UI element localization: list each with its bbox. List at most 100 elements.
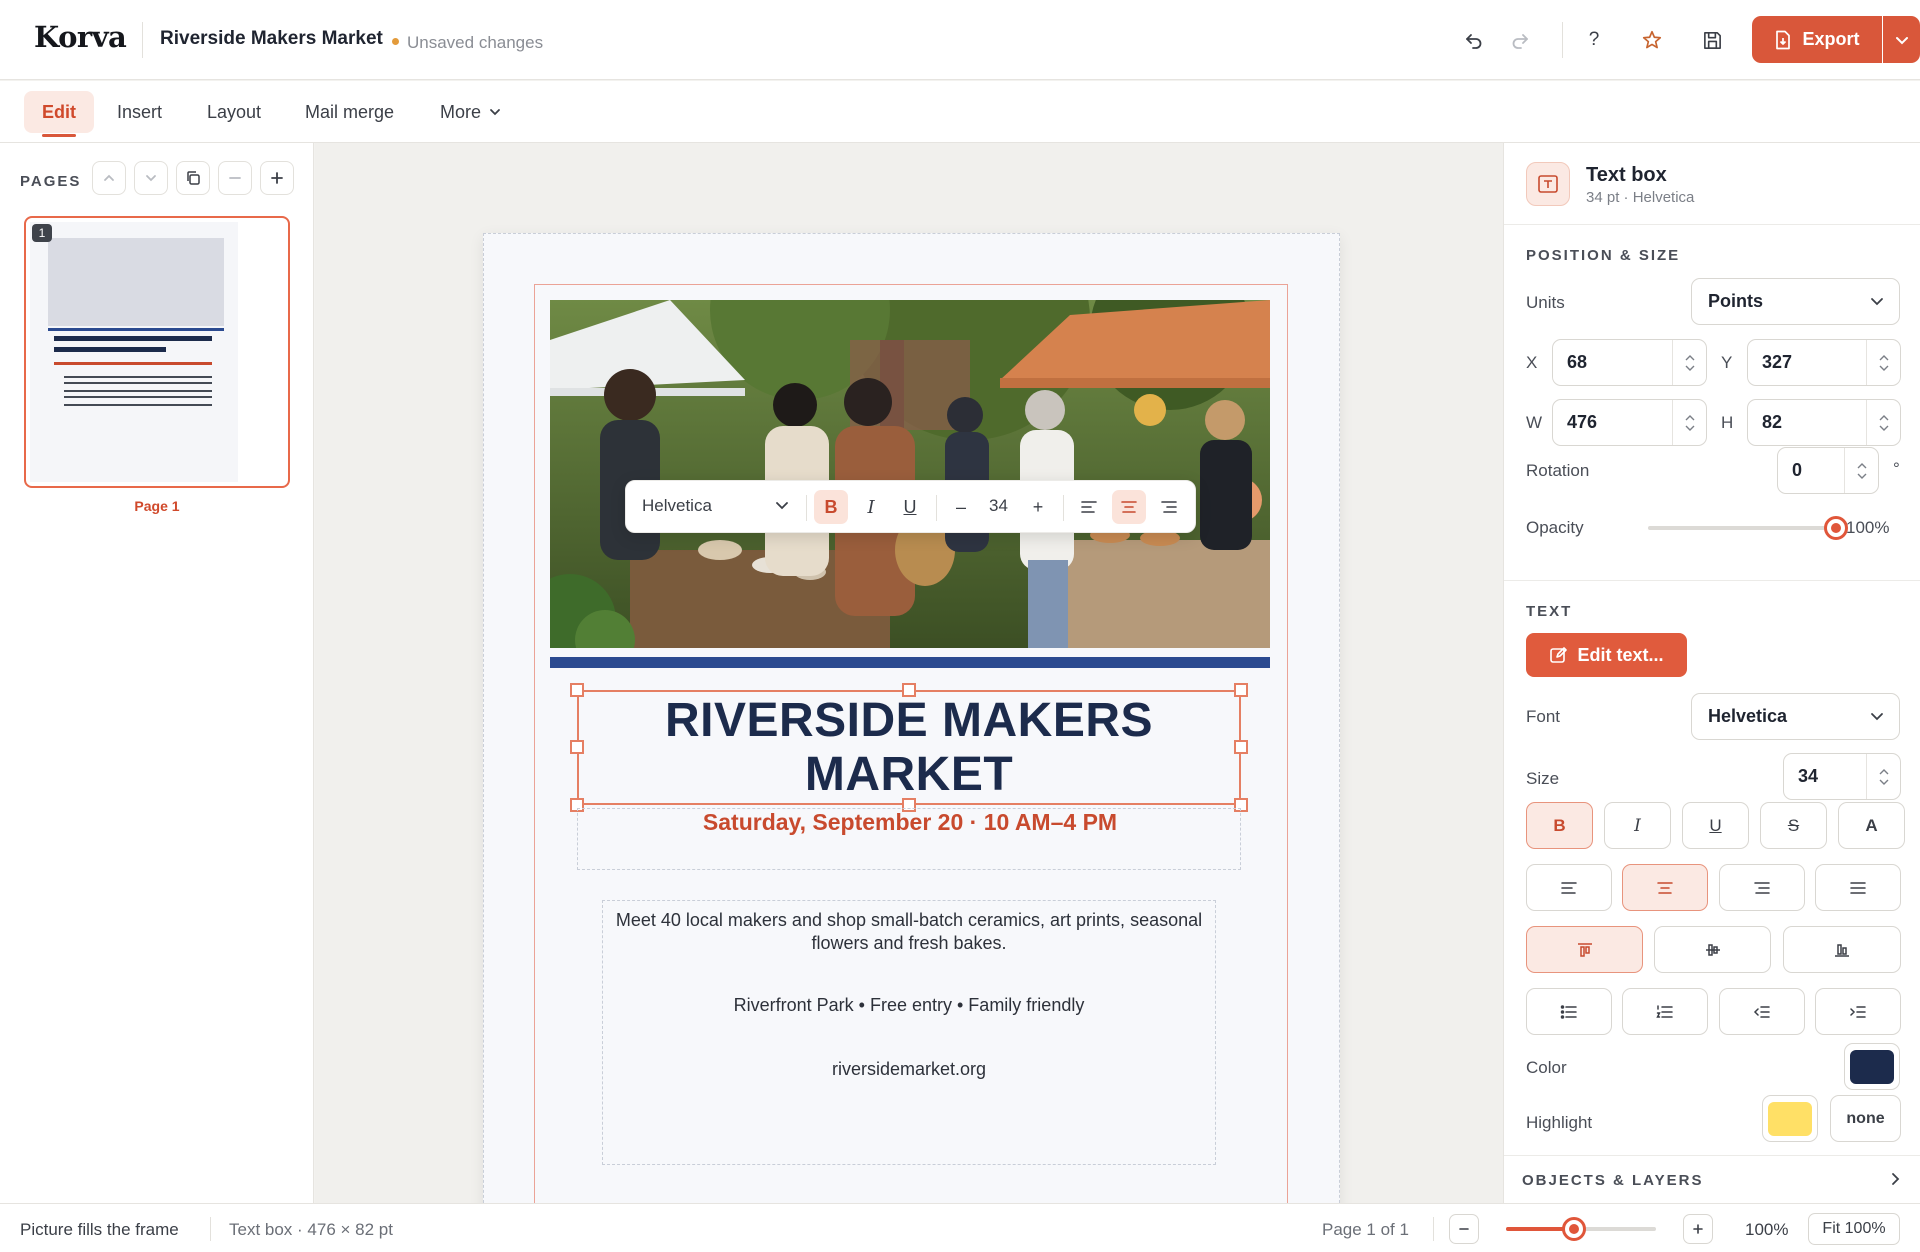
opacity-slider-knob[interactable] (1824, 516, 1848, 540)
highlight-color-swatch-button[interactable] (1762, 1095, 1818, 1142)
align-right-icon (1161, 500, 1177, 514)
align-center-button[interactable] (1622, 864, 1708, 911)
help-button[interactable]: ? (1576, 22, 1612, 58)
y-input[interactable]: 327 (1747, 339, 1901, 386)
all-caps-button[interactable]: A (1838, 802, 1905, 849)
bold-button[interactable]: B (1526, 802, 1593, 849)
valign-middle-button[interactable] (1654, 926, 1771, 973)
format-align-left-button[interactable] (1072, 490, 1106, 524)
chevron-down-icon (1685, 365, 1694, 371)
zoom-out-button[interactable] (1449, 1214, 1479, 1244)
format-font-select[interactable]: Helvetica (642, 496, 712, 516)
font-select[interactable]: Helvetica (1691, 693, 1900, 740)
format-align-center-button[interactable] (1112, 490, 1146, 524)
chevron-down-icon (1869, 293, 1885, 309)
resize-handle-top-left[interactable] (570, 683, 584, 697)
objects-layers-section[interactable]: OBJECTS & LAYERS (1504, 1155, 1920, 1203)
headline-text-box[interactable]: RIVERSIDE MAKERS MARKET (577, 690, 1241, 805)
chevron-down-icon (1879, 365, 1888, 371)
size-stepper[interactable] (1866, 754, 1900, 799)
italic-button[interactable]: I (1604, 802, 1671, 849)
resize-handle-right[interactable] (1234, 740, 1248, 754)
date-text-box[interactable]: Saturday, September 20 · 10 AM–4 PM (577, 808, 1241, 870)
chevron-right-icon (1890, 1172, 1900, 1186)
edit-text-button[interactable]: Edit text... (1526, 633, 1687, 677)
market-photo[interactable] (550, 300, 1270, 648)
add-page-button[interactable] (260, 161, 294, 195)
align-left-button[interactable] (1526, 864, 1612, 911)
resize-handle-left[interactable] (570, 740, 584, 754)
delete-page-button[interactable] (218, 161, 252, 195)
zoom-in-button[interactable] (1683, 1214, 1713, 1244)
opacity-label: Opacity (1526, 518, 1584, 537)
format-align-right-button[interactable] (1152, 490, 1186, 524)
menu-more[interactable]: More (422, 91, 519, 133)
undo-button[interactable] (1456, 22, 1492, 58)
resize-handle-top[interactable] (902, 683, 916, 697)
export-button[interactable]: Export (1752, 16, 1882, 63)
rotation-input[interactable]: 0 (1777, 447, 1879, 494)
align-center-icon (1656, 881, 1674, 895)
size-input[interactable]: 34 (1783, 753, 1901, 800)
align-justify-icon (1849, 881, 1867, 895)
document-page[interactable]: RIVERSIDE MAKERS MARKET Saturday, Septem… (483, 233, 1340, 1203)
align-left-icon (1560, 881, 1578, 895)
w-input[interactable]: 476 (1552, 399, 1707, 446)
divider (936, 495, 937, 521)
numbered-list-button[interactable] (1622, 988, 1708, 1035)
x-input[interactable]: 68 (1552, 339, 1707, 386)
format-bold-button[interactable]: B (814, 490, 848, 524)
move-page-up-button[interactable] (92, 161, 126, 195)
menu-mail-merge[interactable]: Mail merge (287, 91, 412, 133)
document-canvas[interactable]: RIVERSIDE MAKERS MARKET Saturday, Septem… (315, 143, 1503, 1203)
menu-insert[interactable]: Insert (99, 91, 180, 133)
underline-button[interactable]: U (1682, 802, 1749, 849)
opacity-slider-track[interactable] (1648, 526, 1836, 530)
resize-handle-top-right[interactable] (1234, 683, 1248, 697)
format-decrease-size-button[interactable]: – (944, 490, 978, 524)
valign-top-button[interactable] (1526, 926, 1643, 973)
duplicate-page-button[interactable] (176, 161, 210, 195)
body-text-box[interactable]: Meet 40 local makers and shop small-batc… (602, 900, 1216, 1165)
menu-layout[interactable]: Layout (189, 91, 279, 133)
save-button[interactable] (1694, 22, 1730, 58)
export-options-button[interactable] (1883, 16, 1920, 63)
y-stepper[interactable] (1866, 340, 1900, 385)
format-size-value[interactable]: 34 (989, 496, 1008, 516)
chevron-down-icon (1879, 425, 1888, 431)
redo-button[interactable] (1502, 22, 1538, 58)
move-page-down-button[interactable] (134, 161, 168, 195)
divider (806, 495, 807, 521)
page-thumbnail[interactable]: 1 (24, 216, 290, 488)
accent-bar (550, 657, 1270, 668)
format-underline-button[interactable]: U (893, 490, 927, 524)
document-title[interactable]: Riverside Makers Market (160, 28, 383, 50)
rotation-stepper[interactable] (1844, 448, 1878, 493)
valign-bottom-button[interactable] (1783, 926, 1901, 973)
menu-edit[interactable]: Edit (24, 91, 94, 137)
align-right-button[interactable] (1719, 864, 1805, 911)
h-stepper[interactable] (1866, 400, 1900, 445)
increase-indent-button[interactable] (1815, 988, 1901, 1035)
fit-zoom-button[interactable]: Fit 100% (1808, 1213, 1900, 1245)
strikethrough-button[interactable]: S (1760, 802, 1827, 849)
zoom-slider-knob[interactable] (1561, 1217, 1586, 1241)
w-stepper[interactable] (1672, 400, 1706, 445)
x-stepper[interactable] (1672, 340, 1706, 385)
chevron-up-icon (1879, 354, 1888, 360)
position-size-title: POSITION & SIZE (1526, 247, 1681, 264)
h-input[interactable]: 82 (1747, 399, 1901, 446)
units-select[interactable]: Points (1691, 278, 1900, 325)
align-justify-button[interactable] (1815, 864, 1901, 911)
highlight-none-button[interactable]: none (1830, 1095, 1901, 1142)
favorite-button[interactable] (1634, 22, 1670, 58)
format-increase-size-button[interactable]: + (1021, 490, 1055, 524)
chevron-up-icon (1857, 462, 1866, 468)
unsaved-indicator-dot (392, 38, 399, 45)
decrease-indent-button[interactable] (1719, 988, 1805, 1035)
page-count: Page 1 of 1 (1322, 1220, 1409, 1239)
bulleted-list-button[interactable] (1526, 988, 1612, 1035)
format-italic-button[interactable]: I (854, 490, 888, 524)
text-color-swatch-button[interactable] (1844, 1043, 1900, 1090)
export-file-icon (1774, 30, 1792, 50)
